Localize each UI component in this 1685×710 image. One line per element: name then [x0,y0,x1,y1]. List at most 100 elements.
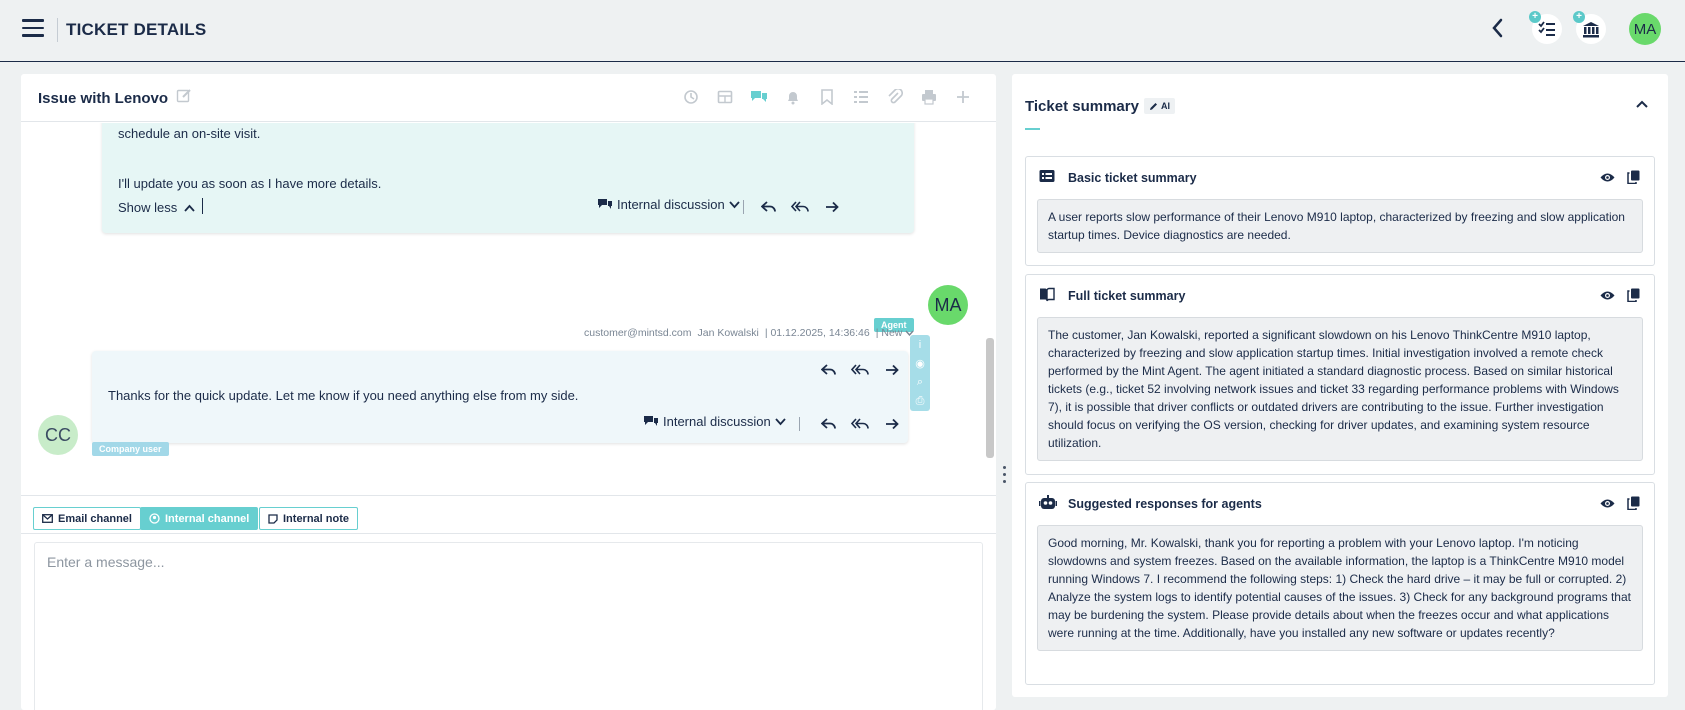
tab-internal-channel[interactable]: Internal channel [140,507,259,530]
message-meta: customer@mintsd.com Jan Kowalski | 01.12… [584,327,914,339]
print-icon[interactable] [919,87,939,107]
checklist-icon[interactable] [851,87,871,107]
reply-icon[interactable] [818,415,838,433]
panel-resize-handle[interactable] [1003,466,1007,492]
envelope-icon [42,514,53,523]
card-header: Basic ticket summary [1026,157,1654,199]
eye-icon[interactable] [1600,170,1616,186]
search-icon[interactable]: ⌕ [910,373,930,392]
agent-avatar: MA [928,285,968,325]
pencil-icon [1150,102,1157,110]
info-icon[interactable]: i [910,335,930,354]
id-card-icon [1039,169,1057,187]
bell-icon[interactable] [783,87,803,107]
plus-icon[interactable] [953,87,973,107]
copy-icon[interactable] [1627,496,1643,512]
ticket-header: Issue with Lenovo [21,74,996,122]
chat-icon [598,198,612,209]
card-title: Suggested responses for agents [1068,497,1262,511]
add-task-button[interactable]: + [1529,11,1562,44]
plus-icon: + [1573,11,1585,23]
text-cursor [202,198,203,214]
show-less-label: Show less [118,200,178,215]
card-header: Full ticket summary [1026,275,1654,317]
summary-card-suggested: Suggested responses for agents Good morn… [1025,482,1655,685]
chat-icon [644,415,658,426]
chevron-down-icon [775,417,786,425]
chevron-up-icon [184,204,195,212]
copy-icon[interactable] [1627,288,1643,304]
chevron-down-icon [729,200,740,208]
forward-icon[interactable] [882,361,902,379]
summary-card-basic: Basic ticket summary A user reports slow… [1025,156,1655,266]
tab-label: Internal channel [165,512,250,525]
task-list-add-icon [1538,21,1555,36]
reply-icon[interactable] [758,198,778,216]
ai-label: AI [1161,101,1170,111]
tab-email-channel[interactable]: Email channel [33,507,141,530]
reply-icon[interactable] [818,361,838,379]
note-icon [268,513,278,524]
message-text: I'll update you as soon as I have more d… [118,176,382,191]
header-divider [57,18,58,42]
status-label: | New [875,327,903,339]
ai-badge[interactable]: AI [1144,98,1175,114]
chevron-up-icon[interactable] [1635,96,1651,112]
show-less-button[interactable]: Show less [118,200,195,215]
top-bar: TICKET DETAILS + + MA [0,0,1685,62]
book-icon [1039,287,1057,305]
message-timestamp: | 01.12.2025, 14:36:46 [764,327,870,339]
tab-label: Internal note [283,512,350,525]
ticket-summary-panel: Ticket summary AI Basic ticket summary A… [1012,74,1668,697]
title-underline [1025,128,1040,130]
card-text: The customer, Jan Kowalski, reported a s… [1037,317,1643,461]
card-text: A user reports slow performance of their… [1037,199,1643,253]
message-side-tools: i ◉ ⌕ ⎙ [910,335,930,411]
page-title: TICKET DETAILS [66,20,207,39]
divider [743,200,744,214]
reply-all-icon[interactable] [850,361,870,379]
card-text: Good morning, Mr. Kowalski, thank you fo… [1037,525,1643,651]
print-icon[interactable]: ⎙ [910,392,930,411]
eye-icon[interactable] [1600,288,1616,304]
sender-name: Jan Kowalski [697,327,759,339]
card-title: Full ticket summary [1068,289,1186,303]
forward-icon[interactable] [822,198,842,216]
reply-all-icon[interactable] [850,415,870,433]
message-input[interactable] [34,542,983,710]
eye-icon[interactable] [1600,496,1616,512]
attachment-icon[interactable] [885,87,905,107]
robot-icon [1039,495,1057,513]
user-avatar[interactable]: MA [1629,13,1661,45]
forward-icon[interactable] [882,415,902,433]
chat-icon[interactable] [749,87,769,107]
agent-message: schedule an on-site visit. I'll update y… [102,123,914,233]
message-text: Thanks for the quick update. Let me know… [108,388,579,403]
conversation-scrollbar[interactable] [986,338,994,458]
history-icon[interactable] [681,87,701,107]
menu-icon[interactable] [22,19,44,39]
internal-discussion-dropdown[interactable]: Internal discussion [643,414,786,429]
customer-message: Thanks for the quick update. Let me know… [92,351,908,443]
summary-title: Ticket summary [1025,98,1139,115]
summary-card-full: Full ticket summary The customer, Jan Ko… [1025,274,1655,475]
divider [799,417,800,431]
conversation-thread[interactable]: schedule an on-site visit. I'll update y… [21,123,996,495]
status-dropdown[interactable]: | New [876,327,915,339]
circle-icon [149,513,160,524]
add-institution-button[interactable]: + [1573,11,1606,44]
tab-label: Email channel [58,512,132,525]
table-icon[interactable] [715,87,735,107]
edit-icon[interactable] [176,88,194,106]
internal-discussion-dropdown[interactable]: Internal discussion [597,197,740,212]
reply-all-icon[interactable] [790,198,810,216]
ticket-toolbar [681,87,973,107]
card-header: Suggested responses for agents [1026,483,1654,525]
company-user-badge: Company user [92,442,169,456]
chevron-left-icon[interactable] [1490,17,1504,45]
sender-email: customer@mintsd.com [584,327,692,339]
tab-internal-note[interactable]: Internal note [259,507,359,530]
copy-icon[interactable] [1627,170,1643,186]
eye-icon[interactable]: ◉ [910,354,930,373]
bookmark-icon[interactable] [817,87,837,107]
